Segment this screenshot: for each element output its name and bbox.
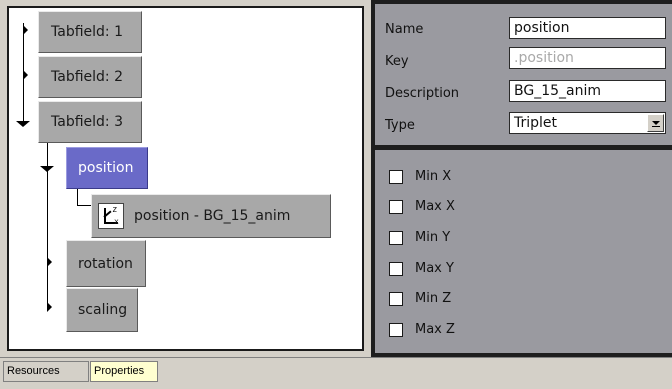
tree-node-label: Tabfield: 1 bbox=[51, 24, 123, 40]
checkbox-box[interactable] bbox=[389, 230, 403, 245]
checkbox-box[interactable] bbox=[389, 291, 403, 306]
checkbox-label: Min Z bbox=[415, 291, 452, 306]
triangle-down-icon[interactable] bbox=[16, 121, 30, 127]
checkbox-label: Max X bbox=[415, 199, 455, 214]
triangle-right-icon[interactable] bbox=[23, 25, 28, 35]
tree-node-position[interactable]: position bbox=[66, 147, 148, 189]
checkbox-min-z[interactable]: Min Z bbox=[389, 291, 451, 306]
limits-panel: Min X Max X Min Y Max Y Min Z Max Z bbox=[375, 150, 672, 353]
tab-properties[interactable]: Properties bbox=[90, 361, 158, 382]
checkbox-label: Max Z bbox=[415, 322, 455, 337]
bottom-tab-bar: Resources Properties bbox=[0, 357, 672, 389]
checkbox-label: Min Y bbox=[415, 230, 451, 245]
tree-node-label: scaling bbox=[78, 302, 128, 318]
checkbox-max-x[interactable]: Max X bbox=[389, 199, 455, 214]
checkbox-min-y[interactable]: Min Y bbox=[389, 230, 450, 245]
checkbox-box[interactable] bbox=[389, 261, 403, 276]
name-field[interactable]: position bbox=[509, 17, 666, 39]
checkbox-max-z[interactable]: Max Z bbox=[389, 322, 455, 337]
tree-view[interactable]: Tabfield: 1 Tabfield: 2 Tabfield: 3 posi… bbox=[7, 6, 364, 351]
type-label: Type bbox=[385, 118, 415, 133]
tree-node-label: Tabfield: 2 bbox=[51, 69, 123, 85]
xyz-axes-icon: zx bbox=[98, 203, 124, 229]
description-label: Description bbox=[385, 86, 460, 101]
key-label: Key bbox=[385, 54, 409, 69]
tree-frame: Tabfield: 1 Tabfield: 2 Tabfield: 3 posi… bbox=[0, 0, 371, 357]
checkbox-min-x[interactable]: Min X bbox=[389, 169, 451, 184]
checkbox-box[interactable] bbox=[389, 322, 403, 337]
properties-panel: Name position Key .position Description … bbox=[371, 0, 672, 357]
tree-node-label: Tabfield: 3 bbox=[51, 114, 123, 130]
checkbox-label: Max Y bbox=[415, 261, 454, 276]
tree-connector bbox=[77, 205, 91, 206]
type-select-value: Triplet bbox=[514, 115, 558, 131]
properties-fields: Name position Key .position Description … bbox=[375, 4, 672, 145]
triangle-down-icon[interactable] bbox=[40, 166, 54, 172]
tree-node-tabfield-2[interactable]: Tabfield: 2 bbox=[38, 56, 142, 98]
checkbox-max-y[interactable]: Max Y bbox=[389, 261, 454, 276]
tab-resources[interactable]: Resources bbox=[3, 361, 89, 382]
triangle-right-icon[interactable] bbox=[23, 70, 28, 80]
tree-node-label: rotation bbox=[78, 255, 133, 272]
type-select[interactable]: Triplet bbox=[509, 112, 666, 134]
chevron-down-icon[interactable] bbox=[647, 114, 664, 132]
triangle-right-icon[interactable] bbox=[47, 257, 52, 267]
tree-connector bbox=[47, 128, 48, 310]
key-field: .position bbox=[509, 47, 666, 69]
tree-node-label: position bbox=[78, 160, 134, 176]
checkbox-box[interactable] bbox=[389, 199, 403, 214]
tree-node-rotation[interactable]: rotation bbox=[66, 240, 146, 287]
tree-node-tabfield-1[interactable]: Tabfield: 1 bbox=[38, 11, 142, 53]
tree-node-label: position - BG_15_anim bbox=[134, 208, 291, 224]
triangle-right-icon[interactable] bbox=[47, 302, 52, 312]
tree-node-scaling[interactable]: scaling bbox=[66, 288, 138, 332]
tree-node-tabfield-3[interactable]: Tabfield: 3 bbox=[38, 101, 142, 143]
description-field[interactable]: BG_15_anim bbox=[509, 80, 666, 102]
tree-node-position-leaf[interactable]: zx position - BG_15_anim bbox=[91, 194, 331, 238]
name-label: Name bbox=[385, 22, 424, 37]
checkbox-label: Min X bbox=[415, 169, 452, 184]
checkbox-box[interactable] bbox=[389, 169, 403, 184]
